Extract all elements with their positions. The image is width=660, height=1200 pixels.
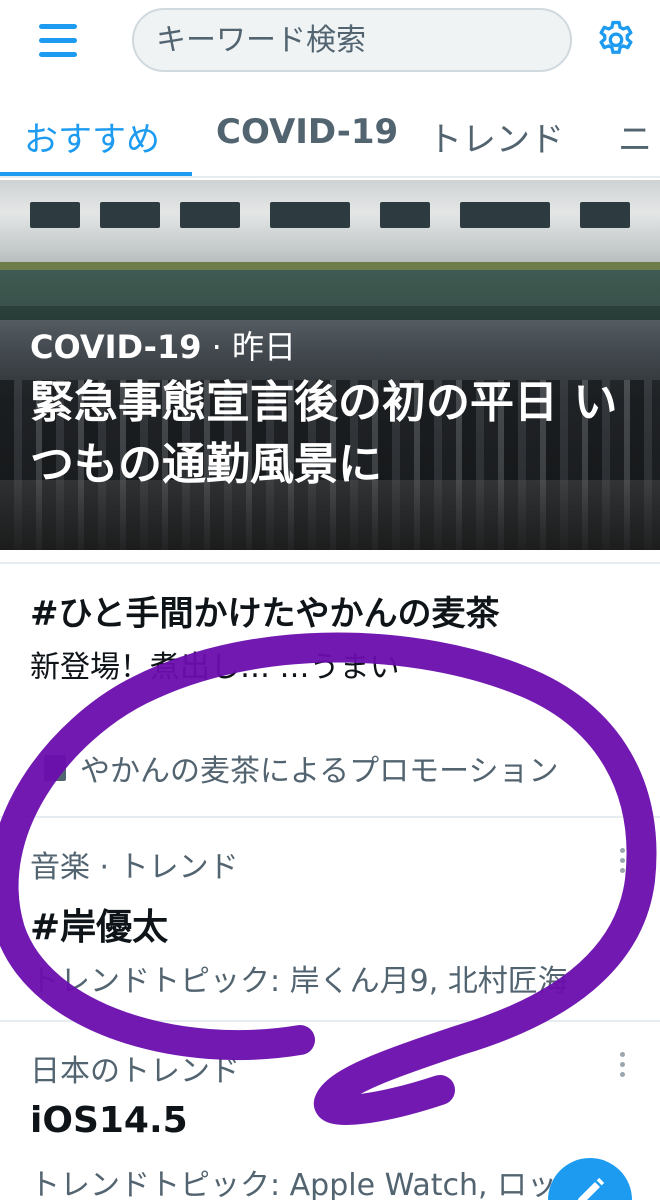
hero-title: 緊急事態宣言後の初の平日 いつもの通勤風景に <box>30 377 618 490</box>
explore-tabs: おすすめ COVID-19 トレンド ニ <box>0 90 660 178</box>
active-tab-indicator <box>0 172 192 176</box>
trend-category: 日本のトレンド <box>30 1054 240 1089</box>
compose-tweet-icon <box>578 1177 605 1200</box>
trend-topics: トレンドトピック: Apple Watch, ロック解 <box>30 1168 618 1200</box>
tab-trends[interactable]: トレンド <box>428 112 564 161</box>
promoted-by: やかんの麦茶によるプロモーション <box>44 746 559 790</box>
divider <box>0 562 660 564</box>
hero-meta: COVID-19 · 昨日 <box>30 322 296 368</box>
hero-news-card[interactable]: COVID-19 · 昨日 緊急事態宣言後の初の平日 いつもの通勤風景に <box>0 180 660 550</box>
hero-separator: · <box>201 328 232 366</box>
hero-time: 昨日 <box>231 328 296 366</box>
hero-category: COVID-19 <box>30 328 202 366</box>
search-box[interactable] <box>132 8 572 72</box>
trend-name: iOS14.5 <box>30 1100 188 1141</box>
tab-covid-19[interactable]: COVID-19 <box>216 112 398 152</box>
promoted-description: 新登場！煮出し… …うまい <box>30 650 400 685</box>
top-bar <box>0 0 660 82</box>
promoted-icon <box>44 755 66 781</box>
trend-name: #岸優太 <box>30 907 169 948</box>
trend-category: 音楽 · トレンド <box>30 850 239 885</box>
gear-icon[interactable] <box>594 18 638 62</box>
trend-topics: トレンドトピック: 岸くん月9, 北村匠海 <box>30 964 568 999</box>
promoted-by-label: やかんの麦茶によるプロモーション <box>80 754 559 789</box>
tab-recommended[interactable]: おすすめ <box>24 112 160 161</box>
promoted-title: #ひと手間かけたやかんの麦茶 <box>30 594 500 634</box>
more-options-icon[interactable] <box>614 1050 630 1080</box>
tab-news[interactable]: ニ <box>618 112 652 161</box>
hamburger-menu-icon[interactable] <box>36 22 82 62</box>
trend-item[interactable]: 音楽 · トレンド #岸優太 トレンドトピック: 岸くん月9, 北村匠海 <box>0 818 660 1020</box>
more-options-icon[interactable] <box>614 846 630 876</box>
search-input[interactable] <box>156 22 570 58</box>
promoted-trend[interactable]: #ひと手間かけたやかんの麦茶 新登場！煮出し… …うまい やかんの麦茶によるプロ… <box>0 568 660 816</box>
